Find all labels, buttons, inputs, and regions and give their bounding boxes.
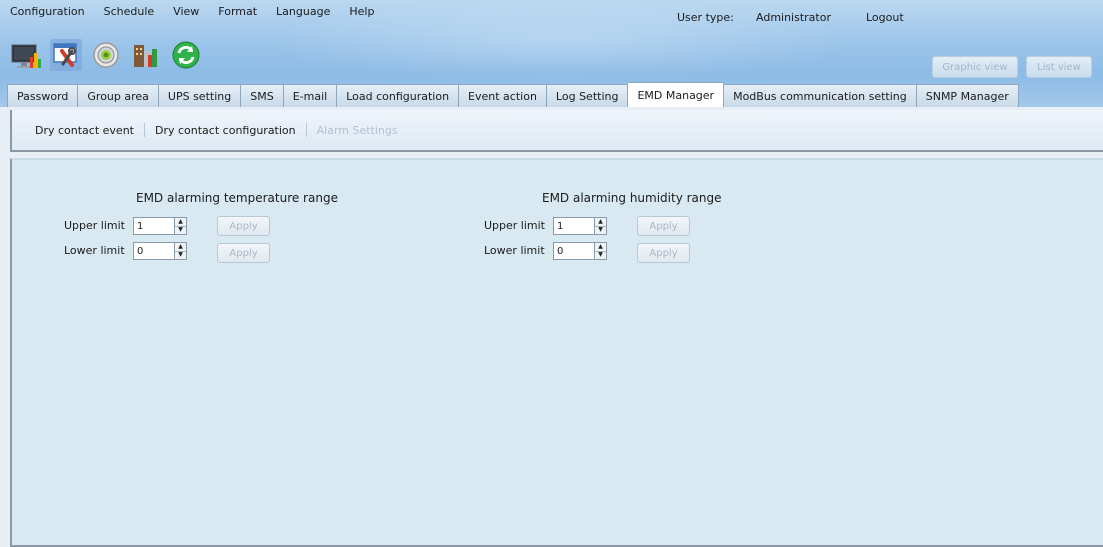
humidity-upper-input[interactable] <box>554 218 588 234</box>
refresh-icon[interactable] <box>170 39 202 71</box>
temperature-lower-stepper[interactable]: ▲ ▼ <box>133 242 187 260</box>
menu-format[interactable]: Format <box>218 5 257 18</box>
stepper-down-icon[interactable]: ▼ <box>595 252 606 260</box>
tab-password[interactable]: Password <box>7 84 79 107</box>
list-view-button[interactable]: List view <box>1026 56 1092 78</box>
tab-bar: Password Group area UPS setting SMS E-ma… <box>7 82 1019 107</box>
stepper-arrows[interactable]: ▲ ▼ <box>594 243 606 259</box>
temperature-upper-input[interactable] <box>134 218 168 234</box>
subnav-dry-contact-event[interactable]: Dry contact event <box>35 124 134 137</box>
logout-link[interactable]: Logout <box>866 11 904 24</box>
temperature-lower-label: Lower limit <box>64 244 125 257</box>
user-type-value: Administrator <box>756 11 831 24</box>
tab-load-configuration[interactable]: Load configuration <box>337 84 460 107</box>
stepper-arrows[interactable]: ▲ ▼ <box>594 218 606 234</box>
stepper-arrows[interactable]: ▲ ▼ <box>174 243 186 259</box>
toolbar <box>10 39 202 79</box>
stepper-down-icon[interactable]: ▼ <box>175 252 186 260</box>
settings-icon[interactable] <box>90 39 122 71</box>
stepper-arrows[interactable]: ▲ ▼ <box>174 218 186 234</box>
humidity-lower-label: Lower limit <box>484 244 545 257</box>
tab-email[interactable]: E-mail <box>283 84 338 107</box>
tab-group-area[interactable]: Group area <box>78 84 159 107</box>
subnav-divider <box>144 123 145 137</box>
stepper-up-icon[interactable]: ▲ <box>595 218 606 227</box>
buildings-icon[interactable] <box>130 39 162 71</box>
temperature-upper-stepper[interactable]: ▲ ▼ <box>133 217 187 235</box>
menu-view[interactable]: View <box>173 5 199 18</box>
subnav-dry-contact-configuration[interactable]: Dry contact configuration <box>155 124 296 137</box>
tab-emd-manager[interactable]: EMD Manager <box>628 82 725 107</box>
menu-bar: Configuration Schedule View Format Langu… <box>0 0 393 22</box>
humidity-lower-input[interactable] <box>554 243 588 259</box>
stepper-up-icon[interactable]: ▲ <box>175 243 186 252</box>
stepper-up-icon[interactable]: ▲ <box>595 243 606 252</box>
temperature-lower-apply-button[interactable]: Apply <box>217 243 270 263</box>
tab-snmp-manager[interactable]: SNMP Manager <box>916 84 1019 107</box>
alarm-settings-panel: EMD alarming temperature range Upper lim… <box>10 158 1103 547</box>
stepper-down-icon[interactable]: ▼ <box>595 227 606 235</box>
menu-schedule[interactable]: Schedule <box>104 5 155 18</box>
menu-configuration[interactable]: Configuration <box>10 5 85 18</box>
temperature-upper-apply-button[interactable]: Apply <box>217 216 270 236</box>
stepper-up-icon[interactable]: ▲ <box>175 218 186 227</box>
tab-modbus-communication-setting[interactable]: ModBus communication setting <box>724 84 917 107</box>
humidity-lower-stepper[interactable]: ▲ ▼ <box>553 242 607 260</box>
menu-language[interactable]: Language <box>276 5 330 18</box>
humidity-lower-apply-button[interactable]: Apply <box>637 243 690 263</box>
humidity-range-title: EMD alarming humidity range <box>542 191 722 205</box>
tab-sms[interactable]: SMS <box>241 84 284 107</box>
tab-event-action[interactable]: Event action <box>459 84 547 107</box>
menu-help[interactable]: Help <box>349 5 374 18</box>
subnav-alarm-settings[interactable]: Alarm Settings <box>317 124 398 137</box>
monitor-icon[interactable] <box>10 39 42 71</box>
app-header: Configuration Schedule View Format Langu… <box>0 0 1103 107</box>
temperature-range-title: EMD alarming temperature range <box>136 191 338 205</box>
user-type-label: User type: <box>677 11 734 24</box>
graphic-view-button[interactable]: Graphic view <box>932 56 1018 78</box>
subnav-divider <box>305 123 307 137</box>
humidity-upper-stepper[interactable]: ▲ ▼ <box>553 217 607 235</box>
stepper-down-icon[interactable]: ▼ <box>175 227 186 235</box>
tab-ups-setting[interactable]: UPS setting <box>158 84 242 107</box>
humidity-upper-label: Upper limit <box>484 219 545 232</box>
sub-navigation: Dry contact event Dry contact configurat… <box>10 110 1103 152</box>
humidity-upper-apply-button[interactable]: Apply <box>637 216 690 236</box>
tab-log-setting[interactable]: Log Setting <box>546 84 629 107</box>
temperature-upper-label: Upper limit <box>64 219 125 232</box>
tools-icon[interactable] <box>50 39 82 71</box>
temperature-lower-input[interactable] <box>134 243 168 259</box>
